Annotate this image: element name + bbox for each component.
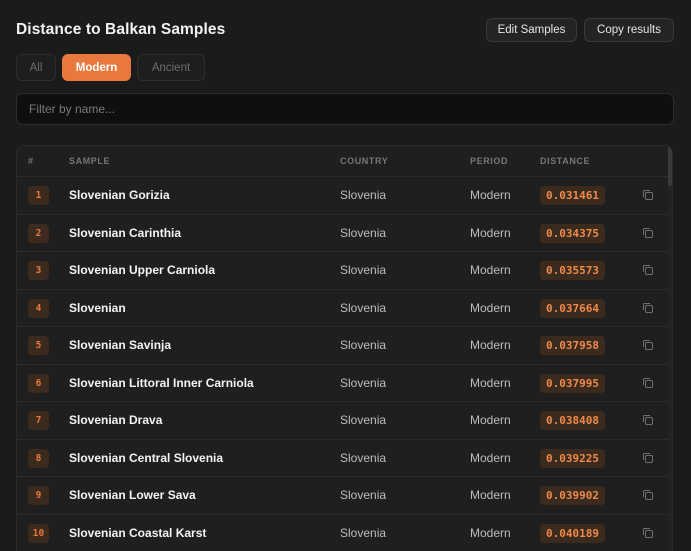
period-cell: Modern (470, 375, 511, 390)
copy-icon[interactable] (641, 226, 655, 240)
distance-badge: 0.034375 (540, 223, 605, 243)
column-header-period[interactable]: PERIOD (470, 156, 508, 166)
copy-results-button[interactable]: Copy results (584, 18, 674, 42)
period-cell: Modern (470, 450, 511, 465)
table-row[interactable]: 8 Slovenian Central Slovenia Slovenia Moder… (17, 440, 670, 477)
table-row[interactable]: 5 Slovenian Savinja Slovenia Modern 0.037958 (17, 327, 670, 365)
rank-badge: 1 (28, 186, 49, 205)
sample-name: Slovenian Coastal Karst (69, 525, 207, 540)
sample-name: Slovenian Lower Sava (69, 488, 196, 502)
distance-badge: 0.039225 (540, 448, 605, 468)
sample-name: Slovenian Littoral Inner Carniola (69, 375, 254, 390)
sample-name: Slovenian Drava (69, 413, 163, 427)
copy-icon[interactable] (641, 451, 655, 465)
sample-name: Slovenian Upper Carniola (69, 263, 216, 277)
table-row[interactable]: 3 Slovenian Upper Carniola Slovenia Modern 0… (17, 252, 670, 290)
copy-icon[interactable] (641, 338, 655, 352)
distance-badge: 0.039902 (540, 486, 605, 505)
table-row[interactable]: 9 Slovenian Lower Sava Slovenia Modern 0.039… (17, 477, 670, 515)
table-row[interactable]: 4 Slovenian Slovenia Modern 0.037664 (17, 290, 670, 327)
table-row[interactable]: 6 Slovenian Littoral Inner Carniola Sloven… (17, 365, 670, 402)
table-row[interactable]: 10 Slovenian Coastal Karst Slovenia Modern 0… (17, 515, 670, 551)
table-header: # SAMPLE COUNTRY PERIOD DISTANCE (17, 146, 670, 177)
rank-badge: 6 (28, 373, 49, 393)
sample-name: Slovenian Central Slovenia (69, 450, 224, 465)
filter-by-name-input[interactable] (16, 93, 674, 125)
distance-badge: 0.031461 (540, 186, 605, 205)
copy-icon[interactable] (641, 376, 655, 390)
country-cell: Slovenia (340, 413, 387, 427)
country-cell: Slovenia (340, 525, 387, 540)
period-cell: Modern (470, 488, 511, 502)
rank-badge: 8 (28, 448, 49, 468)
sample-name: Slovenian (69, 300, 126, 315)
table-row[interactable]: 2 Slovenian Carinthia Slovenia Modern 0.0343… (17, 215, 670, 252)
distance-badge: 0.035573 (540, 261, 605, 280)
copy-icon[interactable] (641, 301, 655, 315)
rank-badge: 10 (28, 523, 49, 543)
table-row[interactable]: 1 Slovenian Gorizia Slovenia Modern 0.031461 (17, 177, 670, 215)
rank-badge: 5 (28, 336, 49, 355)
rank-badge: 9 (28, 486, 49, 505)
distance-badge: 0.037664 (540, 298, 605, 318)
copy-icon[interactable] (641, 488, 655, 502)
filter-tab-all[interactable]: All (16, 54, 56, 81)
country-cell: Slovenia (340, 300, 387, 315)
country-cell: Slovenia (340, 188, 387, 202)
results-table: # SAMPLE COUNTRY PERIOD DISTANCE 1 Sloven… (16, 145, 673, 551)
country-cell: Slovenia (340, 225, 387, 240)
country-cell: Slovenia (340, 488, 387, 502)
country-cell: Slovenia (340, 338, 387, 352)
period-cell: Modern (470, 300, 511, 315)
country-cell: Slovenia (340, 450, 387, 465)
column-header-rank: # (28, 156, 34, 166)
table-row[interactable]: 7 Slovenian Drava Slovenia Modern 0.038408 (17, 402, 670, 440)
copy-icon[interactable] (641, 188, 655, 202)
column-header-sample[interactable]: SAMPLE (69, 156, 110, 166)
period-cell: Modern (470, 338, 511, 352)
filter-tab-modern[interactable]: Modern (62, 54, 131, 81)
distance-badge: 0.038408 (540, 411, 605, 430)
sample-name: Slovenian Carinthia (69, 225, 182, 240)
distance-badge: 0.037958 (540, 336, 605, 355)
distance-badge: 0.037995 (540, 373, 605, 393)
rank-badge: 7 (28, 411, 49, 430)
period-cell: Modern (470, 413, 511, 427)
copy-icon[interactable] (641, 526, 655, 540)
column-header-country[interactable]: COUNTRY (340, 156, 388, 166)
period-cell: Modern (470, 263, 511, 277)
country-cell: Slovenia (340, 375, 387, 390)
scrollbar-thumb[interactable] (668, 146, 672, 186)
column-header-distance[interactable]: DISTANCE (540, 156, 590, 166)
period-cell: Modern (470, 525, 511, 540)
country-cell: Slovenia (340, 263, 387, 277)
scrollbar-track[interactable] (668, 146, 672, 551)
distance-badge: 0.040189 (540, 523, 605, 543)
sample-name: Slovenian Gorizia (69, 188, 170, 202)
rank-badge: 2 (28, 223, 49, 243)
page-title: Distance to Balkan Samples (16, 21, 226, 38)
period-cell: Modern (470, 225, 511, 240)
rank-badge: 3 (28, 261, 49, 280)
sample-name: Slovenian Savinja (69, 338, 172, 352)
rank-badge: 4 (28, 298, 49, 318)
filter-tab-ancient[interactable]: Ancient (137, 54, 205, 81)
period-cell: Modern (470, 188, 511, 202)
edit-samples-button[interactable]: Edit Samples (486, 18, 577, 42)
copy-icon[interactable] (641, 413, 655, 427)
copy-icon[interactable] (641, 263, 655, 277)
